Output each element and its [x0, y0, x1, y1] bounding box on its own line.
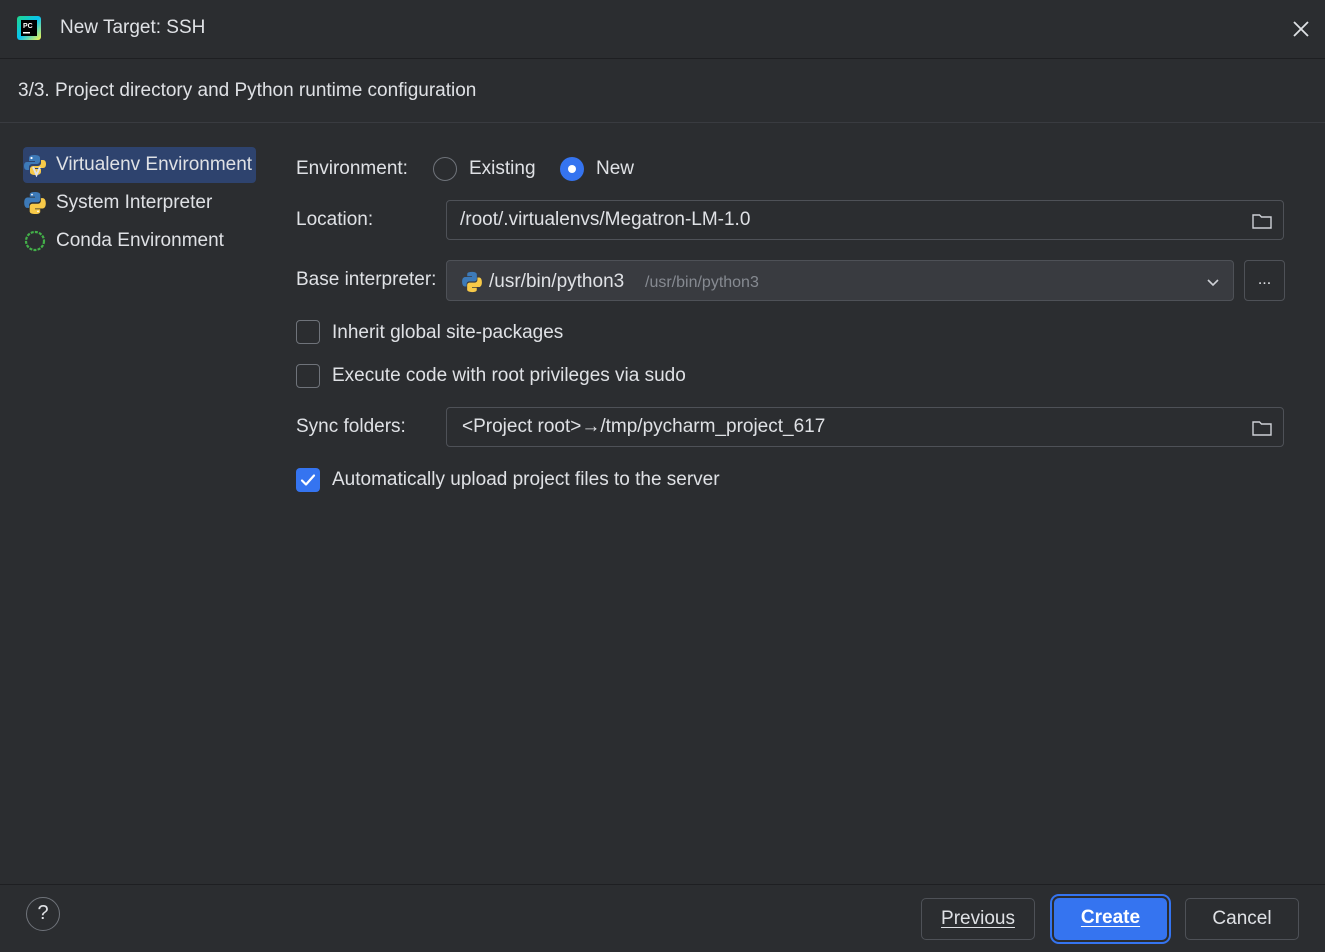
base-interpreter-value: /usr/bin/python3 [489, 271, 625, 292]
sudo-checkbox[interactable] [296, 364, 320, 388]
existing-radio[interactable] [433, 157, 457, 181]
chevron-down-icon[interactable] [1205, 274, 1221, 290]
sync-folders-field[interactable]: <Project root>→/tmp/pycharm_project_617 [446, 407, 1284, 447]
previous-button-label: Previous [941, 908, 1015, 929]
sudo-label[interactable]: Execute code with root privileges via su… [332, 365, 686, 387]
location-field[interactable]: /root/.virtualenvs/Megatron-LM-1.0 [446, 200, 1284, 240]
new-radio-label[interactable]: New [596, 158, 634, 180]
inherit-site-packages-checkbox[interactable] [296, 320, 320, 344]
auto-upload-label[interactable]: Automatically upload project files to th… [332, 469, 720, 491]
folder-icon[interactable] [1251, 210, 1273, 232]
svg-text:PC: PC [23, 23, 33, 30]
sidebar-item-system-interpreter[interactable]: System Interpreter [23, 185, 212, 221]
sidebar-item-label: Conda Environment [56, 230, 224, 251]
previous-button[interactable]: Previous [921, 898, 1035, 940]
sidebar-item-virtualenv[interactable]: Virtualenv Environment [23, 147, 257, 183]
help-button[interactable]: ? [26, 897, 60, 931]
python-icon [24, 192, 46, 214]
environment-label: Environment: [296, 158, 408, 179]
window-title: New Target: SSH [60, 17, 206, 38]
checkmark-icon [300, 474, 316, 486]
sidebar-item-label: Virtualenv Environment [56, 154, 253, 175]
python-icon [462, 271, 482, 293]
sidebar-item-conda[interactable]: Conda Environment [23, 223, 224, 259]
auto-upload-checkbox[interactable] [296, 468, 320, 492]
step-header: 3/3. Project directory and Python runtim… [0, 59, 1325, 123]
folder-icon[interactable] [1251, 417, 1273, 439]
sync-folders-value[interactable]: <Project root>→/tmp/pycharm_project_617 [462, 416, 825, 438]
conda-icon [24, 230, 46, 252]
location-value[interactable]: /root/.virtualenvs/Megatron-LM-1.0 [460, 209, 750, 231]
base-interpreter-select[interactable]: /usr/bin/python3 /usr/bin/python3 [446, 260, 1234, 301]
close-icon[interactable] [1289, 17, 1313, 41]
sidebar-item-label: System Interpreter [56, 192, 213, 213]
title-bar: PC New Target: SSH [0, 0, 1325, 59]
browse-interpreter-button[interactable]: ... [1244, 260, 1285, 301]
inherit-site-packages-label[interactable]: Inherit global site-packages [332, 322, 563, 344]
existing-radio-label[interactable]: Existing [469, 158, 536, 180]
create-button-label: Create [1080, 907, 1141, 928]
create-button[interactable]: Create [1054, 898, 1167, 940]
step-title: 3/3. Project directory and Python runtim… [18, 80, 477, 101]
base-interpreter-hint: /usr/bin/python3 [645, 274, 759, 291]
base-interpreter-label: Base interpreter: [296, 269, 437, 290]
new-radio[interactable] [560, 157, 584, 181]
pycharm-logo-icon: PC [17, 16, 41, 40]
virtualenv-icon [24, 155, 46, 177]
location-label: Location: [296, 209, 374, 230]
cancel-button[interactable]: Cancel [1185, 898, 1299, 940]
sync-folders-label: Sync folders: [296, 416, 406, 437]
